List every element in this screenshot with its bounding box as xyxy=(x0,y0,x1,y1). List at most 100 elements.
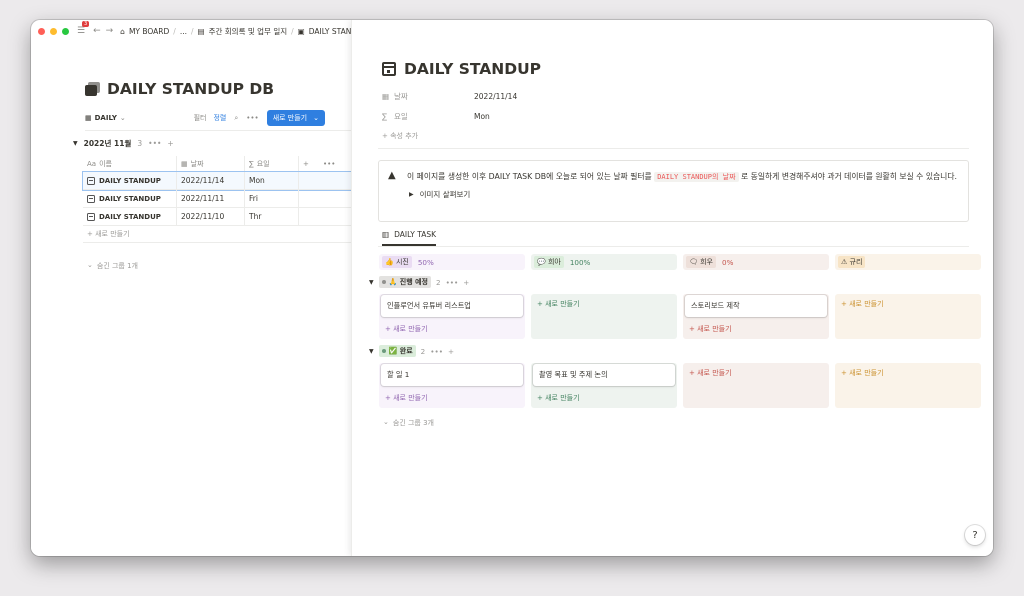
group-pill[interactable]: ✅ 완료 xyxy=(378,345,416,357)
table-row[interactable]: DAILY STANDUP 2022/11/14 Mon xyxy=(82,171,354,191)
row-filler xyxy=(299,190,353,207)
sidebar-menu-icon[interactable]: ☰ 3 xyxy=(77,21,90,36)
tab-daily-task[interactable]: ▥ DAILY TASK xyxy=(382,230,437,246)
group-label: 2022년 11월 xyxy=(83,139,132,148)
row-date[interactable]: 2022/11/11 xyxy=(177,190,245,207)
board-card[interactable]: 스토리보드 제작 xyxy=(685,295,827,317)
toggle-triangle-icon[interactable]: ▼ xyxy=(73,140,78,147)
add-card-button[interactable]: + 새로 만들기 xyxy=(385,393,428,403)
database-pane: DAILY STANDUP DB ▦ DAILY ⌄ 필터 정렬 ⌕ ••• 새… xyxy=(31,42,354,556)
group-count: 2 xyxy=(420,346,426,356)
warning-icon: ▲ xyxy=(388,170,396,181)
breadcrumb-ellipsis[interactable]: ... xyxy=(180,27,187,36)
board-column-header[interactable]: 👍 시진 50% xyxy=(379,254,525,270)
group-pill[interactable]: 🙏 진행 예정 xyxy=(378,276,431,288)
row-day: Fri xyxy=(245,190,299,207)
more-icon[interactable]: ••• xyxy=(446,278,459,287)
database-icon: ▣ xyxy=(297,26,305,36)
add-card-button[interactable]: + 새로 만들기 xyxy=(689,324,732,334)
toggle-triangle-icon[interactable]: ▼ xyxy=(369,348,374,355)
more-options-icon[interactable]: ••• xyxy=(246,114,258,122)
column-header-day[interactable]: ∑ 요일 xyxy=(245,156,299,172)
more-columns-icon[interactable]: ••• xyxy=(319,156,339,172)
calendar-icon xyxy=(87,212,95,221)
property-date: ▦ 날짜 2022/11/14 xyxy=(382,91,518,101)
column-tag: 👍 시진 xyxy=(382,256,412,268)
hidden-groups-toggle[interactable]: ⌄ 숨긴 그룹 1개 xyxy=(87,261,138,271)
add-icon[interactable]: + xyxy=(463,278,469,287)
board-card[interactable]: 인플루언서 유튜버 리스트업 xyxy=(381,295,523,317)
row-name[interactable]: DAILY STANDUP xyxy=(83,190,177,207)
property-value[interactable]: 2022/11/14 xyxy=(474,92,517,101)
divider xyxy=(83,242,351,243)
property-label: 요일 xyxy=(394,111,408,121)
add-card-button[interactable]: + 새로 만들기 xyxy=(537,299,580,309)
column-tag: 💬 희아 xyxy=(534,256,564,268)
chevron-down-icon: ⌄ xyxy=(383,418,389,426)
table-view-icon: ▦ xyxy=(85,114,92,122)
table-row[interactable]: DAILY STANDUP 2022/11/11 Fri xyxy=(83,190,353,208)
app-window: ☰ 3 ← → ⌂ MY BOARD / ... / ▤ 주간 회의록 및 업무… xyxy=(31,20,993,556)
column-tag: 🗨 희우 xyxy=(686,256,716,268)
toggle-triangle-icon[interactable]: ▶ xyxy=(409,188,414,201)
column-percent: 0% xyxy=(722,257,734,267)
column-tag: ⚠ 규리 xyxy=(838,256,866,268)
board-column-header[interactable]: 💬 희아 100% xyxy=(531,254,677,270)
group-header: ▼ 2022년 11월 3 ••• + xyxy=(73,138,174,149)
row-date[interactable]: 2022/11/10 xyxy=(177,208,245,225)
property-value[interactable]: Mon xyxy=(474,112,490,121)
chevron-down-icon[interactable]: ⌄ xyxy=(313,114,319,122)
divider xyxy=(378,246,969,247)
page-peek-pane: DAILY STANDUP ▦ 날짜 2022/11/14 ∑ 요일 Mon +… xyxy=(351,20,993,556)
breadcrumb-weekly-notes[interactable]: 주간 회의록 및 업무 일지 xyxy=(209,26,288,37)
board-column-header[interactable]: ⚠ 규리 xyxy=(835,254,981,270)
image-toggle[interactable]: ▶ 이미지 살펴보기 xyxy=(407,188,958,201)
calendar-icon xyxy=(382,62,396,76)
chevron-down-icon[interactable]: ⌄ xyxy=(120,114,126,122)
add-column-button[interactable]: + xyxy=(299,156,319,172)
new-item-button[interactable]: 새로 만들기 ⌄ xyxy=(266,110,325,126)
group-count: 3 xyxy=(137,139,143,148)
add-card-button[interactable]: + 새로 만들기 xyxy=(841,368,884,378)
sort-button[interactable]: 정렬 xyxy=(213,113,226,123)
board-column-header[interactable]: 🗨 희우 0% xyxy=(683,254,829,270)
add-property-button[interactable]: + 속성 추가 xyxy=(382,131,418,141)
add-icon[interactable]: + xyxy=(448,347,454,356)
breadcrumb-my-board[interactable]: MY BOARD xyxy=(129,27,169,36)
column-header-date[interactable]: ▦ 날짜 xyxy=(177,156,245,172)
status-dot-icon xyxy=(381,280,386,284)
status-dot-icon xyxy=(381,349,386,353)
table-row[interactable]: DAILY STANDUP 2022/11/10 Thr xyxy=(83,208,353,226)
breadcrumb-daily-standup[interactable]: DAILY STAN xyxy=(309,27,352,36)
view-selector[interactable]: DAILY xyxy=(95,114,117,122)
zoom-window-button[interactable] xyxy=(62,27,69,35)
back-arrow-icon[interactable]: ← xyxy=(93,26,101,36)
more-icon[interactable]: ••• xyxy=(430,347,443,356)
table-header: Aa 이름 ▦ 날짜 ∑ 요일 + ••• xyxy=(83,156,339,172)
group-count: 2 xyxy=(435,277,441,287)
add-card-button[interactable]: + 새로 만들기 xyxy=(689,368,732,378)
add-icon[interactable]: + xyxy=(167,139,173,148)
add-card-button[interactable]: + 새로 만들기 xyxy=(841,299,884,309)
minimize-window-button[interactable] xyxy=(50,27,57,35)
calendar-icon xyxy=(87,194,95,203)
column-header-name[interactable]: Aa 이름 xyxy=(83,156,177,172)
board-card[interactable]: 촬영 목표 및 주제 논의 xyxy=(533,364,675,386)
search-icon[interactable]: ⌕ xyxy=(234,114,238,123)
add-card-button[interactable]: + 새로 만들기 xyxy=(385,324,428,334)
board-card[interactable]: 할 일 1 xyxy=(381,364,523,386)
row-name[interactable]: DAILY STANDUP xyxy=(83,172,177,189)
add-card-button[interactable]: + 새로 만들기 xyxy=(537,393,580,403)
hidden-groups-toggle[interactable]: ⌄ 숨긴 그룹 3개 xyxy=(383,418,434,428)
row-name[interactable]: DAILY STANDUP xyxy=(83,208,177,225)
toggle-triangle-icon[interactable]: ▼ xyxy=(369,279,374,286)
close-window-button[interactable] xyxy=(38,27,45,35)
more-icon[interactable]: ••• xyxy=(148,139,161,148)
row-date[interactable]: 2022/11/14 xyxy=(177,172,245,189)
forward-arrow-icon[interactable]: → xyxy=(106,26,114,36)
home-icon: ⌂ xyxy=(120,26,125,36)
help-button[interactable]: ? xyxy=(965,525,985,545)
add-row-button[interactable]: + 새로 만들기 xyxy=(87,229,130,239)
filter-button[interactable]: 필터 xyxy=(194,113,207,123)
row-filler xyxy=(299,208,353,225)
